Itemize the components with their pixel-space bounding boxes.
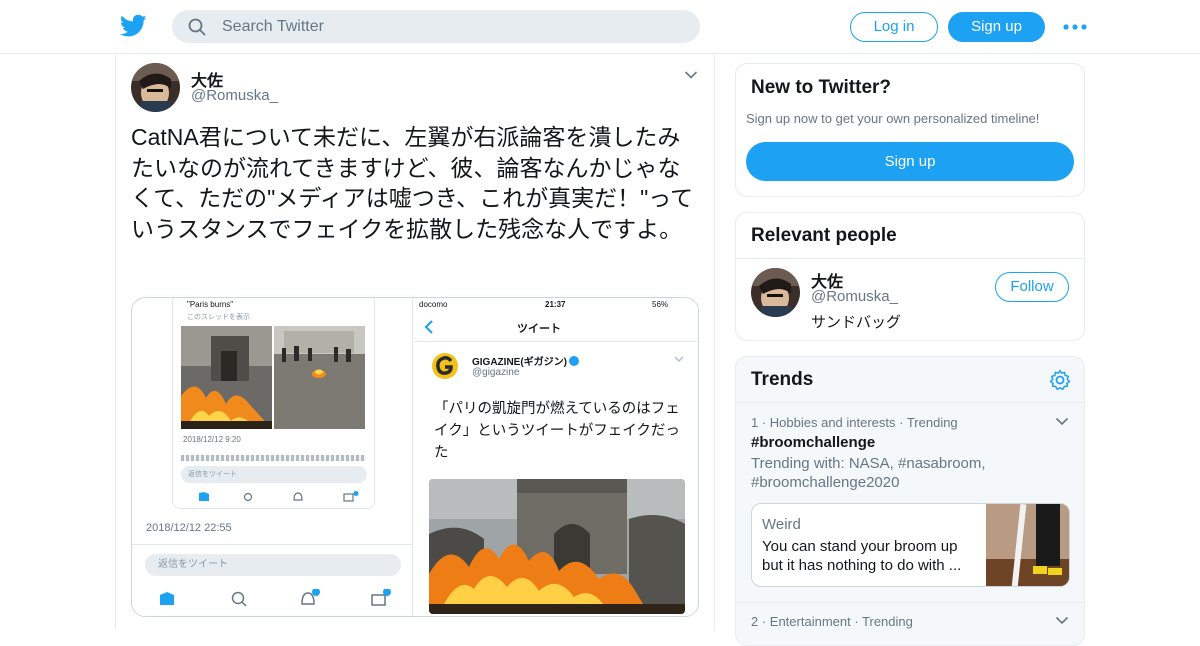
chevron-down-icon[interactable] <box>1055 616 1069 625</box>
tweet-text: CatNA君について未だに、左翼が右派論客を潰したみたいなのが流れてきますけど、… <box>131 124 694 242</box>
avatar[interactable] <box>751 268 800 317</box>
trend-hashtag[interactable]: #broomchallenge <box>751 434 875 451</box>
divider <box>736 258 1084 259</box>
fire-photo-2 <box>274 326 365 429</box>
story-text: You can stand your broom up but it has n… <box>762 538 962 574</box>
show-thread-link: このスレッドを表示 <box>187 314 250 321</box>
search-icon <box>188 18 206 36</box>
screenshot-reply-box: 返信をツイート <box>145 554 401 576</box>
person-handle[interactable]: @Romuska_ <box>811 288 898 305</box>
fire-photo-1 <box>181 326 272 429</box>
inner-tab-bar <box>199 491 359 502</box>
divider <box>736 602 1084 603</box>
chevron-down-icon[interactable] <box>1055 417 1069 426</box>
trend-meta: 2 · Entertainment · Trending <box>751 614 913 629</box>
media-screenshot-right: docomo 21:37 56% ツイート GIGAZINE(ギガジン) @gi… <box>414 298 698 616</box>
trend-meta: 1 · Hobbies and interests · Trending <box>751 415 958 430</box>
story-category: Weird <box>762 516 801 533</box>
tweet-media[interactable]: "Paris burns" このスレッドを表示 2018/12/12 9:20 … <box>131 297 699 617</box>
new-to-twitter-title: New to Twitter? <box>751 77 892 98</box>
screenshot-account-name: GIGAZINE(ギガジン) <box>472 353 579 368</box>
avatar-illustration <box>751 268 800 317</box>
arc-de-triomphe-fire-photo <box>429 479 685 614</box>
trend-related: Trending with: NASA, #nasabroom, #broomc… <box>751 455 986 491</box>
avatar-illustration <box>131 63 180 112</box>
inner-reply-box: 返信をツイート <box>181 466 367 483</box>
avatar[interactable] <box>131 63 180 112</box>
divider <box>736 402 1084 403</box>
gear-icon[interactable] <box>1049 369 1071 391</box>
relevant-people-card: Relevant people 大佐 @Romuska_ サンドバッグ Foll… <box>735 212 1085 341</box>
divider <box>132 544 413 545</box>
twitter-bird-icon[interactable] <box>120 14 147 38</box>
gigazine-logo-icon <box>432 353 458 379</box>
search-input[interactable] <box>222 10 682 43</box>
status-time: 21:37 <box>545 300 566 309</box>
tweet-detail: 大佐 @Romuska_ CatNA君について未だに、左翼が右派論客を潰したみた… <box>115 54 715 630</box>
new-to-twitter-subtitle: Sign up now to get your own personalized… <box>746 111 1040 126</box>
chevron-down-icon <box>674 356 684 362</box>
trends-card: Trends 1 · Hobbies and interests · Trend… <box>735 356 1085 646</box>
quoted-tweet-date: 2018/12/12 9:20 <box>183 435 241 444</box>
login-button[interactable]: Log in <box>850 12 938 42</box>
quoted-tweet-card: "Paris burns" このスレッドを表示 2018/12/12 9:20 … <box>172 298 375 509</box>
verified-badge-icon <box>569 356 579 366</box>
quoted-text: "Paris burns" <box>187 300 234 309</box>
media-screenshot-left: "Paris burns" このスレッドを表示 2018/12/12 9:20 … <box>132 298 413 616</box>
author-handle[interactable]: @Romuska_ <box>191 87 278 104</box>
person-bio: サンドバッグ <box>811 314 902 331</box>
retweet-stats-line <box>181 455 366 461</box>
screenshot-nav-bar: ツイート <box>414 312 698 342</box>
trends-title: Trends <box>751 369 814 390</box>
more-dots-icon[interactable] <box>1062 17 1088 37</box>
new-to-twitter-card: New to Twitter? Sign up now to get your … <box>735 63 1085 197</box>
story-thumbnail <box>986 504 1069 586</box>
screenshot-account-handle: @gigazine <box>472 367 520 378</box>
carrier-label: docomo <box>419 300 448 309</box>
top-navigation-bar: Log in Sign up <box>0 0 1200 54</box>
screenshot-tab-bar <box>160 589 391 607</box>
screenshot-tweet-text: 「パリの凱旋門が燃えているのはフェイク」というツイートがフェイクだった <box>434 401 680 461</box>
follow-button[interactable]: Follow <box>995 272 1069 302</box>
screenshot-tweet-date: 2018/12/12 22:55 <box>146 522 232 534</box>
phone-status-bar: docomo 21:37 56% <box>414 298 698 312</box>
search-box[interactable] <box>172 10 700 43</box>
signup-button[interactable]: Sign up <box>948 12 1045 42</box>
battery-level: 56% <box>652 300 669 309</box>
sidebar-signup-button[interactable]: Sign up <box>746 142 1074 181</box>
screenshot-nav-title: ツイート <box>517 323 561 335</box>
relevant-people-title: Relevant people <box>751 225 897 246</box>
trend-story-card[interactable]: Weird You can stand your broom up but it… <box>751 503 1070 587</box>
chevron-down-icon[interactable] <box>684 70 698 80</box>
